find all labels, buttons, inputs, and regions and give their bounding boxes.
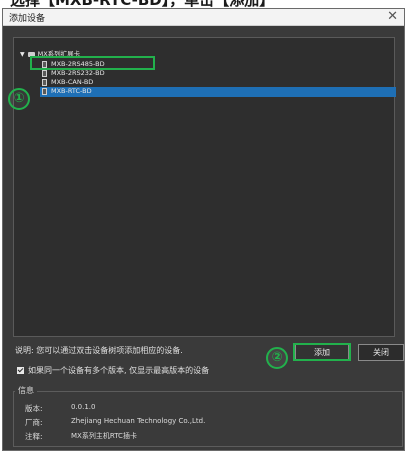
tree-item-mxb-2rs232-bd[interactable]: MXB-2RS232-BD xyxy=(42,69,105,78)
caption-text-strip: 选择【MXB-RTC-BD】，单击【添加】 xyxy=(0,0,406,8)
highest-version-checkbox[interactable] xyxy=(17,367,24,374)
caption-text: 选择【MXB-RTC-BD】，单击【添加】 xyxy=(10,0,274,8)
version-label: 版本: xyxy=(25,404,43,413)
add-device-dialog: 添加设备 ✕ ▼ MX系列扩展卡 MXB-2RS485-BD MXB-2RS232… xyxy=(2,8,405,451)
dialog-title: 添加设备 xyxy=(9,14,46,24)
highlight-box-add xyxy=(293,343,351,361)
info-legend: 信息 xyxy=(15,385,37,396)
dialog-titlebar: 添加设备 ✕ xyxy=(3,9,404,26)
highlight-box-rtc xyxy=(30,56,155,70)
note-label: 注释: xyxy=(25,432,43,441)
device-icon xyxy=(42,70,47,77)
device-tree[interactable]: ▼ MX系列扩展卡 MXB-2RS485-BD MXB-2RS232-BD MXB… xyxy=(13,37,396,337)
tree-item-mxb-can-bd[interactable]: MXB-CAN-BD xyxy=(42,78,93,87)
device-icon xyxy=(42,88,47,95)
vendor-label: 厂商: xyxy=(25,418,43,427)
vendor-value: Zhejiang Hechuan Technology Co.,Ltd. xyxy=(71,417,206,425)
close-icon[interactable]: ✕ xyxy=(387,9,398,25)
checkbox-label: 如果同一个设备有多个版本, 仅显示最高版本的设备 xyxy=(28,366,210,375)
tree-item-label: MXB-2RS232-BD xyxy=(51,69,105,77)
tree-item-mxb-rtc-bd[interactable]: MXB-RTC-BD xyxy=(42,87,92,96)
version-value: 0.0.1.0 xyxy=(71,403,96,411)
tree-item-label: MXB-CAN-BD xyxy=(51,78,94,86)
device-icon xyxy=(42,79,47,86)
description-text: 说明: 您可以通过双击设备树项添加相应的设备. xyxy=(15,346,183,355)
note-value: MX系列主机RTC插卡 xyxy=(71,432,137,440)
highest-version-option[interactable]: 如果同一个设备有多个版本, 仅显示最高版本的设备 xyxy=(17,365,209,376)
tree-item-label: MXB-RTC-BD xyxy=(51,87,92,95)
expand-caret-icon[interactable]: ▼ xyxy=(20,51,25,58)
close-button[interactable]: 关闭 xyxy=(358,344,404,361)
step-marker-2: ② xyxy=(266,347,288,369)
step-marker-1: ① xyxy=(8,88,30,110)
selected-row-highlight xyxy=(40,87,396,97)
